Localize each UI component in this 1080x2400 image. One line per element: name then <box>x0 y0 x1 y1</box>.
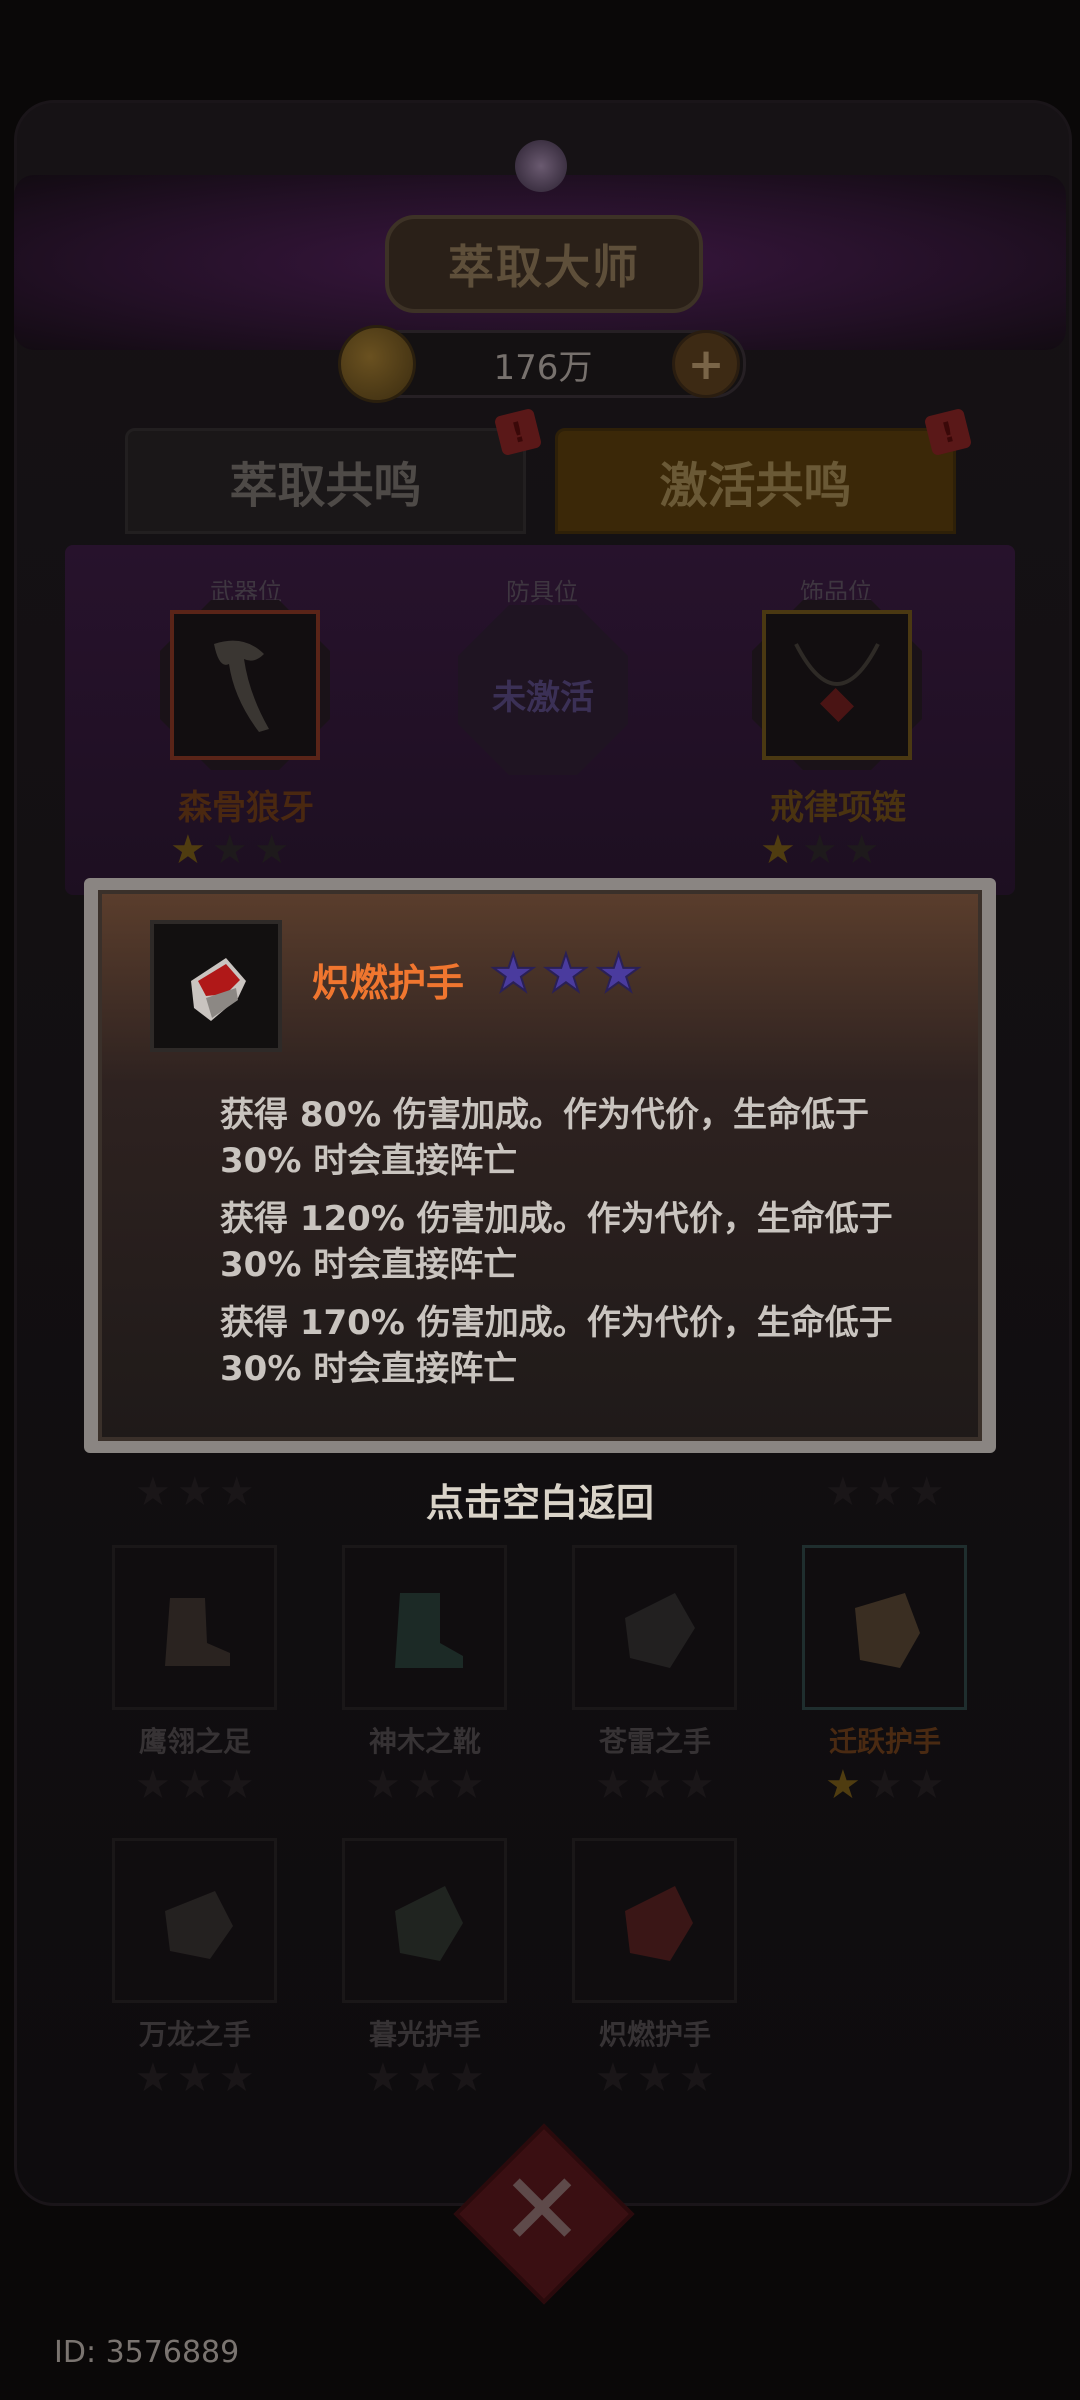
tooltip-desc-tier-2: 获得 120% 伤害加成。作为代价，生命低于 30% 时会直接阵亡 <box>220 1196 920 1288</box>
grid-item-ten-thousand-dragons-hand[interactable] <box>112 1838 277 2003</box>
star-filled-icon: ★ <box>170 827 206 873</box>
gauntlet-icon <box>395 1886 463 1961</box>
coin-icon <box>338 325 416 403</box>
weapon-slot[interactable] <box>170 610 320 760</box>
grid-item-name: 炽燃护手 <box>598 2018 711 2051</box>
grid-item-stars: ★ ★ ★ <box>595 2055 715 2101</box>
grid-item-name: 苍雷之手 <box>598 1725 711 1758</box>
grid-item-divine-wood-boots[interactable] <box>342 1545 507 1710</box>
grid-item-azure-thunder-hand[interactable] <box>572 1545 737 1710</box>
gauntlet-icon <box>165 1891 233 1959</box>
grid-item-stars: ★ ★ ★ <box>595 1762 715 1808</box>
star-filled-icon: ★ <box>760 827 796 873</box>
tooltip-item-name: 炽燃护手 <box>312 961 465 1005</box>
grid-item-name: 迁跃护手 <box>828 1725 941 1758</box>
grid-item-blazing-gauntlet[interactable] <box>572 1838 737 2003</box>
grid-item-stars: ★ ★ ★ <box>825 1762 945 1808</box>
accessory-slot[interactable] <box>762 610 912 760</box>
boot-icon <box>395 1593 463 1668</box>
accessory-slot-name: 戒律项链 <box>770 788 906 828</box>
star-filled-icon: ★ <box>489 944 538 1004</box>
blazing-gauntlet-icon <box>191 958 246 1021</box>
desc-line: 获得 120% 伤害加成。作为代价，生命低于 <box>220 1199 893 1239</box>
grid-item-name: 神木之靴 <box>368 1725 481 1758</box>
grid-item-name: 万龙之手 <box>138 2018 251 2051</box>
grid-item-stars: ★ ★ ★ <box>365 2055 485 2101</box>
gauntlet-icon <box>855 1593 920 1668</box>
close-icon[interactable]: ✕ <box>482 2155 602 2265</box>
dismiss-hint[interactable]: 点击空白返回 <box>0 1472 1080 1527</box>
star-empty-icon: ★ <box>253 827 290 873</box>
tooltip-item-frame <box>150 920 282 1052</box>
necklace-icon <box>794 643 880 722</box>
grid-item-leap-gauntlet[interactable] <box>802 1545 967 1710</box>
star-filled-icon: ★ <box>542 944 591 1004</box>
desc-line: 获得 80% 伤害加成。作为代价，生命低于 <box>220 1095 870 1135</box>
wolf-fang-icon <box>214 640 269 732</box>
grid-item-name: 鹰翎之足 <box>138 1725 251 1758</box>
slot-label-armor: 防具位 <box>506 578 578 606</box>
page-title: 萃取大师 <box>385 215 703 313</box>
weapon-slot-name: 森骨狼牙 <box>178 788 314 828</box>
orb-icon <box>515 140 567 192</box>
boot-icon <box>165 1598 230 1666</box>
item-tooltip: 炽燃护手 ★ ★ ★ 获得 80% 伤害加成。作为代价，生命低于 30% 时会直… <box>84 878 996 1453</box>
grid-item-stars: ★ ★ ★ <box>135 2055 255 2101</box>
desc-line: 获得 170% 伤害加成。作为代价，生命低于 <box>220 1303 893 1343</box>
desc-line: 30% 时会直接阵亡 <box>220 1245 518 1285</box>
tooltip-body: 炽燃护手 ★ ★ ★ 获得 80% 伤害加成。作为代价，生命低于 30% 时会直… <box>98 890 982 1441</box>
grid-item-stars: ★ ★ ★ <box>135 1762 255 1808</box>
accessory-slot-stars: ★ ★ ★ <box>760 830 880 870</box>
gauntlet-icon <box>625 1886 693 1961</box>
grid-item-twilight-gauntlet[interactable] <box>342 1838 507 2003</box>
gauntlet-icon <box>625 1593 695 1668</box>
star-empty-icon: ★ <box>843 827 880 873</box>
armor-slot-status: 未激活 <box>492 678 594 718</box>
tooltip-desc-tier-3: 获得 170% 伤害加成。作为代价，生命低于 30% 时会直接阵亡 <box>220 1300 920 1392</box>
weapon-slot-stars: ★ ★ ★ <box>170 830 290 870</box>
tab-activate-resonance[interactable]: 激活共鸣 <box>555 428 956 534</box>
star-filled-icon: ★ <box>594 944 643 1004</box>
star-empty-icon: ★ <box>801 827 838 873</box>
grid-item-eagle-feather-boots[interactable] <box>112 1545 277 1710</box>
tooltip-stars: ★ ★ ★ <box>489 944 643 1004</box>
grid-item-name: 暮光护手 <box>368 2018 481 2051</box>
desc-line: 30% 时会直接阵亡 <box>220 1349 518 1389</box>
player-id: ID: 3576889 <box>54 2335 240 2370</box>
grid-item-stars: ★ ★ ★ <box>365 1762 485 1808</box>
tooltip-desc-tier-1: 获得 80% 伤害加成。作为代价，生命低于 30% 时会直接阵亡 <box>220 1092 920 1184</box>
add-currency-button[interactable]: + <box>672 330 740 398</box>
tab-extract-resonance[interactable]: 萃取共鸣 <box>125 428 526 534</box>
star-empty-icon: ★ <box>211 827 248 873</box>
desc-line: 30% 时会直接阵亡 <box>220 1141 518 1181</box>
